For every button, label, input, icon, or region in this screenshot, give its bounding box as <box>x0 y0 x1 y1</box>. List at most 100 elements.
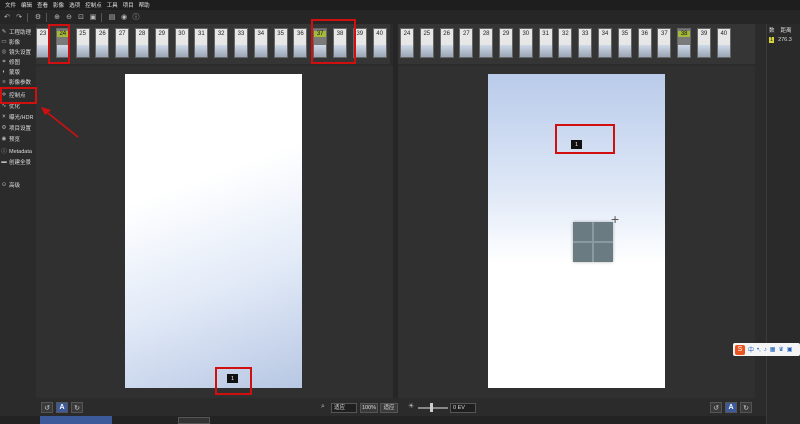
image-view-right[interactable]: 1 + <box>398 66 755 398</box>
ev-field[interactable]: 0 EV <box>450 403 476 413</box>
zoom-in-icon[interactable]: ⊕ <box>52 12 62 22</box>
thumbnail-40[interactable]: 40 <box>372 28 387 58</box>
auto-button-left[interactable]: A <box>56 402 68 413</box>
thumbnail-33[interactable]: 33 <box>578 28 593 58</box>
sidebar-item-lens[interactable]: ◎ 镜头设置 <box>0 47 36 56</box>
thumbnail-31[interactable]: 31 <box>194 28 209 58</box>
menu-project[interactable]: 项目 <box>123 1 134 9</box>
menu-file[interactable]: 文件 <box>5 1 16 9</box>
thumbnail-number: 32 <box>217 31 225 37</box>
thumbnail-27[interactable]: 27 <box>459 28 474 58</box>
ime-punct-icon[interactable]: •, <box>757 347 761 353</box>
menu-edit[interactable]: 编辑 <box>21 1 32 9</box>
thumbnail-31[interactable]: 31 <box>538 28 553 58</box>
menu-grid-icon[interactable]: ▣ <box>787 346 793 353</box>
status-dropdown[interactable] <box>178 417 210 424</box>
thumbnail-34[interactable]: 34 <box>598 28 612 58</box>
thumbnail-28[interactable]: 28 <box>479 28 494 58</box>
thumbnail-number: 39 <box>700 31 708 37</box>
exposure-slider[interactable] <box>418 407 448 409</box>
thumbnail-28[interactable]: 28 <box>135 28 149 58</box>
sidebar-item-project-assistant[interactable]: ✎ 工程助理 <box>0 27 36 36</box>
image-view-left[interactable]: 1 <box>36 66 393 398</box>
rotate-right-button-right[interactable]: ↻ <box>740 402 752 413</box>
redo-icon[interactable]: ↷ <box>14 12 24 22</box>
thumbnail-35[interactable]: 35 <box>617 28 632 58</box>
thumbnail-30[interactable]: 30 <box>518 28 533 58</box>
menu-options[interactable]: 选项 <box>69 1 80 9</box>
menu-control-points[interactable]: 控制点 <box>85 1 102 9</box>
rotate-left-button-right[interactable]: ↺ <box>710 402 722 413</box>
thumbnail-25[interactable]: 25 <box>75 28 90 58</box>
settings-icon[interactable]: ⚙ <box>33 12 43 22</box>
thumbnail-32[interactable]: 32 <box>214 28 229 58</box>
rotate-right-button[interactable]: ↻ <box>71 402 83 413</box>
thumbnail-26[interactable]: 26 <box>439 28 454 58</box>
exposure-slider-handle[interactable] <box>430 403 433 412</box>
undo-icon[interactable]: ↶ <box>2 12 12 22</box>
thumbnail-27[interactable]: 27 <box>115 28 130 58</box>
zoom-fit-icon[interactable]: ⊡ <box>76 12 86 22</box>
menu-view[interactable]: 查看 <box>37 1 48 9</box>
menu-image[interactable]: 影像 <box>53 1 64 9</box>
thumbnail-25[interactable]: 25 <box>419 28 434 58</box>
sidebar-item-advanced[interactable]: ⊙ 高级 <box>0 180 36 189</box>
skin-icon[interactable]: ♛ <box>778 346 783 353</box>
zoom-actual-icon[interactable]: ▣ <box>88 12 98 22</box>
thumbnail-35[interactable]: 35 <box>273 28 288 58</box>
mask-icon: ◐ <box>2 68 6 75</box>
sidebar-item-image-params[interactable]: ≡ 影像参数 <box>0 77 36 86</box>
ime-toolbar[interactable]: S 中 •, ♪ ▦ ♛ ▣ <box>733 343 800 356</box>
thumbnail-30[interactable]: 30 <box>174 28 189 58</box>
thumbnail-image <box>401 45 413 57</box>
sidebar-item-metadata[interactable]: ⓘ Metadata <box>0 147 36 156</box>
auto-button-right[interactable]: A <box>725 402 737 413</box>
thumbnail-number: 25 <box>79 31 86 37</box>
pin-icon[interactable]: ◉ <box>119 12 129 22</box>
zoom-percent-label: 100% <box>361 405 377 411</box>
thumbnail-39[interactable]: 39 <box>697 28 711 58</box>
exposure-icon: ☀ <box>1 113 7 120</box>
thumbnail-34[interactable]: 34 <box>253 28 268 58</box>
thumbnail-24[interactable]: 24 <box>400 28 414 58</box>
thumbnail-image <box>175 45 188 57</box>
thumbnail-26[interactable]: 26 <box>95 28 110 58</box>
zoom-out-icon[interactable]: ⊖ <box>64 12 74 22</box>
sidebar-item-images[interactable]: ▭ 影像 <box>0 37 36 46</box>
thumbnail-29[interactable]: 29 <box>154 28 169 58</box>
rotate-left-button[interactable]: ↺ <box>41 402 53 413</box>
sidebar-item-preview[interactable]: ◉ 预览 <box>0 134 36 143</box>
mic-icon[interactable]: ♪ <box>764 347 767 353</box>
status-tool-icons[interactable] <box>40 416 112 424</box>
thumbnail-image <box>500 45 512 57</box>
zoom-fit-button[interactable]: 适应 <box>380 403 398 413</box>
thumbnail-36[interactable]: 36 <box>637 28 652 58</box>
thumbnail-37[interactable]: 37 <box>657 28 672 58</box>
thumbnail-image <box>698 45 710 57</box>
thumbnail-40[interactable]: 40 <box>716 28 731 58</box>
zoom-fit-field[interactable]: 适应 <box>331 403 357 413</box>
sidebar-item-retouch[interactable]: ⌗ 修图 <box>0 57 36 66</box>
thumbnail-image <box>658 45 671 57</box>
compare-icon[interactable]: ▤ <box>107 12 117 22</box>
thumbnail-32[interactable]: 32 <box>558 28 573 58</box>
control-point-list-panel: 数 距离 1 276.3 <box>766 24 800 424</box>
thumbnail-38[interactable]: 38 <box>677 28 692 58</box>
sidebar-item-create-panorama[interactable]: ▬ 创建全景 <box>0 157 36 166</box>
sidebar-item-exposure[interactable]: ☀ 曝光/HDR <box>0 112 36 121</box>
thumbnail-image <box>559 45 572 57</box>
help-icon[interactable]: ⓘ <box>131 12 141 22</box>
zoom-percent-button[interactable]: 100% <box>360 403 378 413</box>
menu-tools[interactable]: 工具 <box>107 1 118 9</box>
row-num: 1 <box>769 37 775 43</box>
keyboard-icon[interactable]: ▦ <box>770 346 776 353</box>
ime-lang-label[interactable]: 中 <box>748 345 754 354</box>
sidebar-item-mask[interactable]: ◐ 蒙版 <box>0 67 36 76</box>
sidebar-item-project-settings[interactable]: ⚙ 项目设置 <box>0 123 36 132</box>
thumbnail-33[interactable]: 33 <box>234 28 248 58</box>
thumbnail-29[interactable]: 29 <box>499 28 513 58</box>
thumbnail-36[interactable]: 36 <box>293 28 308 58</box>
list-item[interactable]: 1 276.3 <box>769 36 799 44</box>
image-left[interactable] <box>125 74 302 388</box>
menu-help[interactable]: 帮助 <box>139 1 150 9</box>
